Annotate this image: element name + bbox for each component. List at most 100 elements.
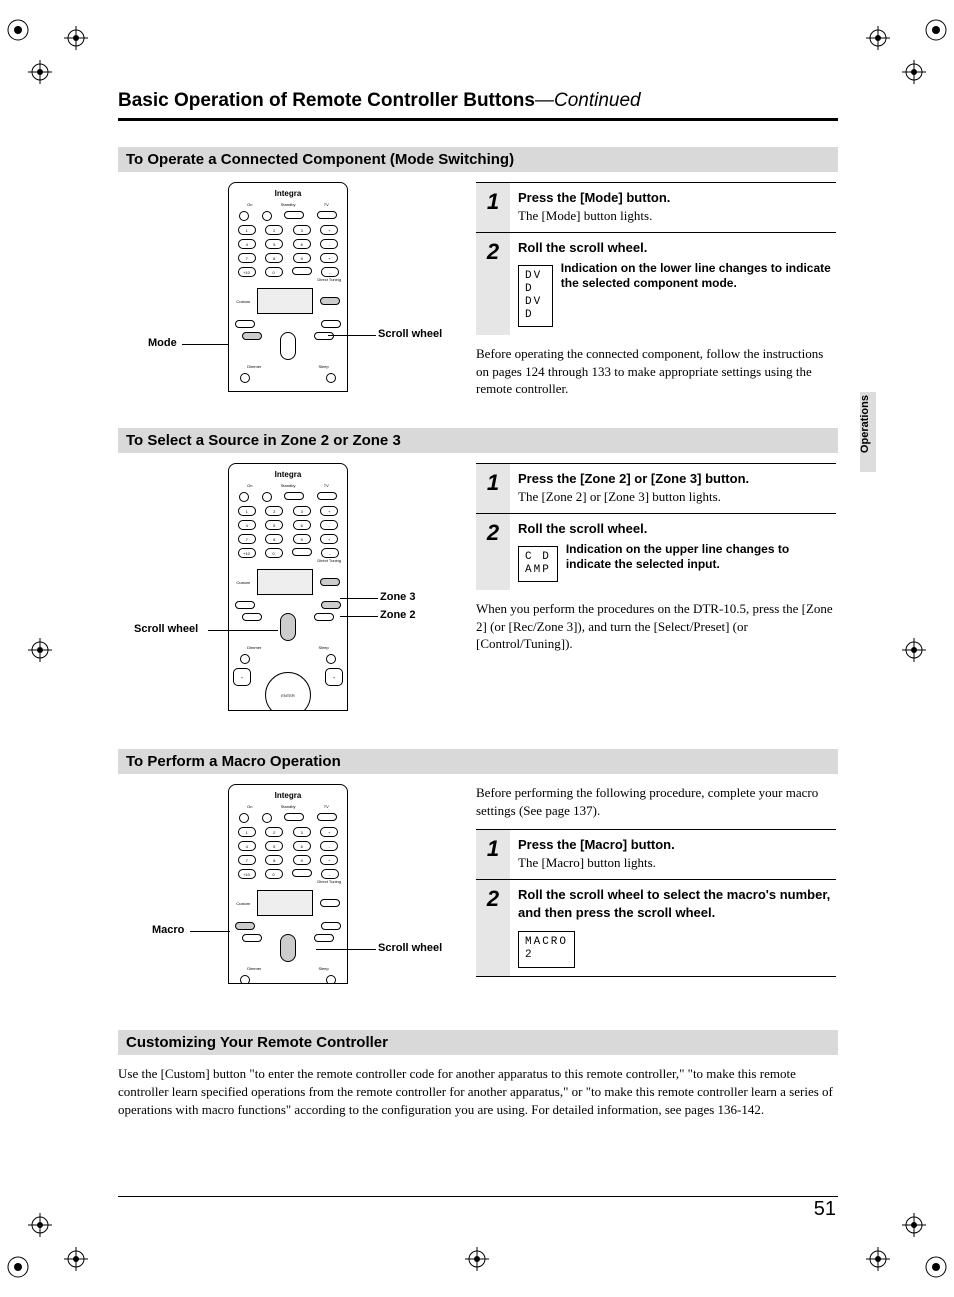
callout-line xyxy=(182,344,228,345)
remote-label: Standby xyxy=(281,483,296,488)
crop-mark-icon xyxy=(924,1255,948,1279)
step-number: 2 xyxy=(476,880,510,975)
step-text: The [Macro] button lights. xyxy=(518,855,656,870)
register-mark-icon xyxy=(28,1213,52,1237)
callout-line xyxy=(340,616,378,617)
display-line: MACRO xyxy=(525,936,568,949)
step-number: 2 xyxy=(476,233,510,335)
crop-mark-icon xyxy=(6,18,30,42)
callout-scroll: Scroll wheel xyxy=(378,942,442,954)
step-row: 2 Roll the scroll wheel. DV D DV D Indic… xyxy=(476,232,836,335)
remote-label: TV xyxy=(324,202,329,207)
register-mark-icon xyxy=(902,60,926,84)
callout-scroll: Scroll wheel xyxy=(378,328,442,340)
section-heading-mode: To Operate a Connected Component (Mode S… xyxy=(118,147,838,172)
chapter-title: Basic Operation of Remote Controller But… xyxy=(118,90,838,121)
remote-label: Sleep xyxy=(318,966,328,971)
callout-line xyxy=(316,949,376,950)
remote-label: Custom xyxy=(236,299,250,304)
remote-brand: Integra xyxy=(229,470,347,479)
section-note: When you perform the procedures on the D… xyxy=(476,600,836,653)
callout-line xyxy=(190,931,230,932)
display-line: C D xyxy=(525,551,551,564)
remote-label: TV xyxy=(324,483,329,488)
register-mark-icon xyxy=(866,1247,890,1271)
register-mark-icon xyxy=(902,1213,926,1237)
remote-diagram: Integra On Standby TV 123+ 456- 789+ +10… xyxy=(228,182,348,392)
customize-text: Use the [Custom] button "to enter the re… xyxy=(118,1065,838,1120)
step-number: 1 xyxy=(476,464,510,513)
display-line: AMP xyxy=(525,564,551,577)
callout-line xyxy=(208,630,278,631)
remote-label: Direct Tuning xyxy=(229,558,347,563)
remote-label: Sleep xyxy=(318,645,328,650)
register-mark-icon xyxy=(866,26,890,50)
step-number: 1 xyxy=(476,183,510,232)
display-line: DV D xyxy=(525,270,546,296)
page-number: 51 xyxy=(814,1198,836,1221)
lcd-display: MACRO 2 xyxy=(518,931,575,967)
lcd-display: C D AMP xyxy=(518,546,558,582)
page-rule xyxy=(118,1196,838,1197)
remote-label: Standby xyxy=(281,202,296,207)
step-row: 1 Press the [Zone 2] or [Zone 3] button.… xyxy=(476,463,836,513)
step-bold: Press the [Macro] button. xyxy=(518,836,832,854)
remote-label: Custom xyxy=(236,580,250,585)
display-line: 2 xyxy=(525,949,568,962)
chapter-continued: —Continued xyxy=(535,90,641,111)
step-text: The [Mode] button lights. xyxy=(518,208,652,223)
remote-label: Dimmer xyxy=(247,364,261,369)
step-bold: Roll the scroll wheel. xyxy=(518,239,832,257)
side-tab-label: Operations xyxy=(859,395,871,453)
crop-mark-icon xyxy=(6,1255,30,1279)
step-row: 2 Roll the scroll wheel. C D AMP Indicat… xyxy=(476,513,836,590)
section-heading-macro: To Perform a Macro Operation xyxy=(118,749,838,774)
step-number: 2 xyxy=(476,514,510,590)
callout-line xyxy=(328,335,376,336)
register-mark-icon xyxy=(28,638,52,662)
indication-text: Indication on the upper line changes to … xyxy=(566,542,832,573)
indication-text: Indication on the lower line changes to … xyxy=(561,261,832,292)
register-mark-icon xyxy=(902,638,926,662)
section-heading-customize: Customizing Your Remote Controller xyxy=(118,1030,838,1055)
remote-label: On xyxy=(247,202,252,207)
remote-label: Direct Tuning xyxy=(229,277,347,282)
remote-label: Custom xyxy=(236,901,250,906)
section-intro: Before performing the following procedur… xyxy=(476,784,836,819)
callout-zone3: Zone 3 xyxy=(380,591,415,603)
remote-label: Dimmer xyxy=(247,645,261,650)
remote-brand: Integra xyxy=(229,189,347,198)
step-row: 1 Press the [Mode] button. The [Mode] bu… xyxy=(476,182,836,232)
remote-label: Dimmer xyxy=(247,966,261,971)
step-bold: Roll the scroll wheel. xyxy=(518,520,832,538)
step-row: 1 Press the [Macro] button. The [Macro] … xyxy=(476,829,836,879)
callout-macro: Macro xyxy=(152,924,184,936)
step-number: 1 xyxy=(476,830,510,879)
callout-mode: Mode xyxy=(148,337,177,349)
step-bold: Press the [Mode] button. xyxy=(518,189,832,207)
register-mark-icon xyxy=(64,1247,88,1271)
remote-label: Sleep xyxy=(318,364,328,369)
register-mark-icon xyxy=(465,1247,489,1271)
register-mark-icon xyxy=(28,60,52,84)
remote-label: TV xyxy=(324,804,329,809)
remote-label: Standby xyxy=(281,804,296,809)
display-line: DV D xyxy=(525,296,546,322)
remote-diagram: Integra OnStandbyTV 123+ 456- 789+ +100-… xyxy=(228,784,348,984)
lcd-display: DV D DV D xyxy=(518,265,553,328)
callout-zone2: Zone 2 xyxy=(380,609,415,621)
callout-line xyxy=(340,598,378,599)
remote-diagram: Integra OnStandbyTV 123+ 456- 789+ +100-… xyxy=(228,463,348,711)
crop-mark-icon xyxy=(924,18,948,42)
remote-label: On xyxy=(247,483,252,488)
callout-scroll: Scroll wheel xyxy=(134,623,198,635)
section-heading-zone: To Select a Source in Zone 2 or Zone 3 xyxy=(118,428,838,453)
section-note: Before operating the connected component… xyxy=(476,345,836,398)
step-row: 2 Roll the scroll wheel to select the ma… xyxy=(476,879,836,976)
register-mark-icon xyxy=(64,26,88,50)
remote-label: On xyxy=(247,804,252,809)
chapter-title-text: Basic Operation of Remote Controller But… xyxy=(118,90,535,111)
step-text: The [Zone 2] or [Zone 3] button lights. xyxy=(518,489,721,504)
step-bold: Press the [Zone 2] or [Zone 3] button. xyxy=(518,470,832,488)
remote-label: Direct Tuning xyxy=(229,879,347,884)
